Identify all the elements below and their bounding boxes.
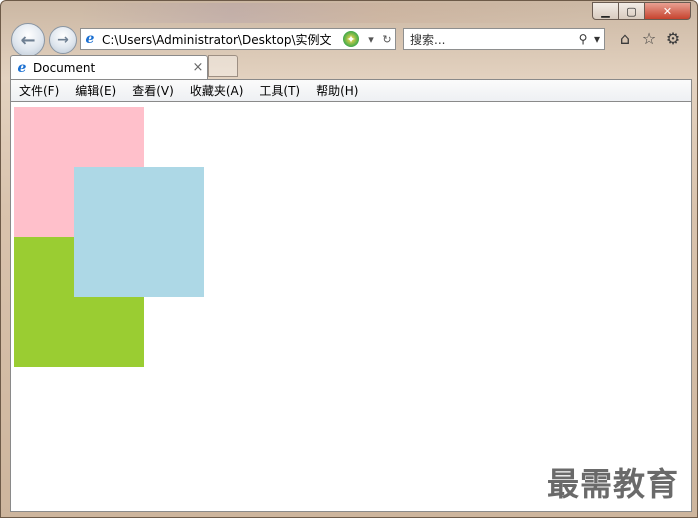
ie-logo-icon: e: [85, 31, 95, 47]
menu-tools[interactable]: 工具(T): [259, 82, 300, 99]
address-input[interactable]: C:\Users\Administrator\Desktop\实例文: [99, 31, 343, 48]
menu-help[interactable]: 帮助(H): [316, 82, 358, 99]
search-dropdown-icon[interactable]: ▾: [590, 32, 604, 46]
address-dropdown-icon[interactable]: ▾: [363, 33, 379, 46]
close-button[interactable]: ✕: [645, 2, 691, 20]
compatibility-view-icon[interactable]: ✦: [343, 31, 359, 47]
back-arrow-icon: ←: [20, 29, 36, 51]
forward-button[interactable]: →: [49, 26, 77, 54]
address-bar[interactable]: e C:\Users\Administrator\Desktop\实例文 ✦ ▾…: [80, 28, 396, 50]
menu-edit[interactable]: 编辑(E): [75, 82, 116, 99]
search-input[interactable]: 搜索...: [404, 31, 576, 48]
search-box[interactable]: 搜索... ⚲ ▾: [403, 28, 605, 50]
title-bar-background: [81, 3, 581, 23]
settings-gear-icon[interactable]: ⚙: [663, 28, 683, 48]
browser-window: ▁ ▢ ✕ ← → e C:\Users\Administrator\Deskt…: [0, 0, 698, 518]
back-button[interactable]: ←: [11, 23, 45, 57]
search-icon[interactable]: ⚲: [576, 32, 590, 46]
blue-box: [74, 167, 204, 297]
tab-title: Document: [33, 60, 96, 75]
forward-arrow-icon: →: [57, 32, 69, 48]
new-tab-button[interactable]: [208, 55, 238, 77]
tab-ie-icon: e: [17, 59, 27, 76]
menu-favorites[interactable]: 收藏夹(A): [190, 82, 244, 99]
favorites-star-icon[interactable]: ☆: [639, 28, 659, 48]
home-icon[interactable]: ⌂: [615, 28, 635, 48]
menu-file[interactable]: 文件(F): [19, 82, 59, 99]
tab-close-icon[interactable]: ×: [189, 60, 207, 75]
refresh-icon[interactable]: ↻: [379, 33, 395, 46]
browser-toolbar-icons: ⌂ ☆ ⚙: [615, 28, 683, 48]
caption-buttons: ▁ ▢ ✕: [592, 2, 691, 20]
minimize-button[interactable]: ▁: [592, 2, 619, 20]
maximize-button[interactable]: ▢: [619, 2, 645, 20]
tab-document[interactable]: e Document ×: [10, 55, 208, 79]
menu-bar: 文件(F) 编辑(E) 查看(V) 收藏夹(A) 工具(T) 帮助(H): [10, 79, 692, 102]
watermark-logo: 最需教育: [547, 465, 680, 503]
menu-view[interactable]: 查看(V): [132, 82, 174, 99]
page-content: [10, 102, 692, 512]
